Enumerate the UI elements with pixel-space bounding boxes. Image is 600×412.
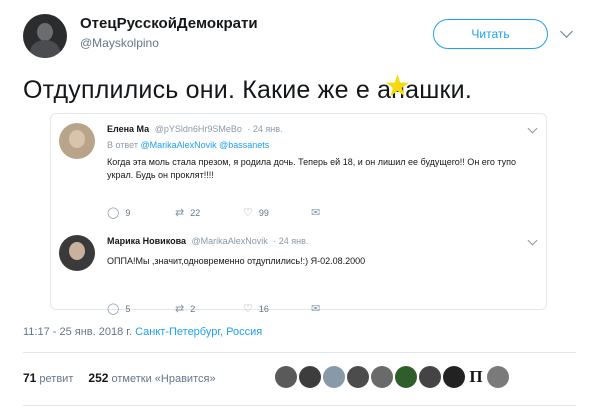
liker-avatar[interactable] xyxy=(323,366,345,388)
follow-button[interactable]: Читать xyxy=(433,19,548,49)
chevron-down-icon[interactable] xyxy=(560,25,573,38)
retweet-icon: ⇄ xyxy=(175,207,185,219)
reply-author-handle[interactable]: @pYSldn6Hr9SMeBo xyxy=(155,124,242,134)
like-action[interactable]: ♡ 16 xyxy=(243,302,311,315)
retweet-action[interactable]: ⇄ 22 xyxy=(175,206,243,219)
retweets-count: 71 xyxy=(23,371,37,385)
retweet-action[interactable]: ⇄ 2 xyxy=(175,302,243,315)
chevron-down-icon[interactable] xyxy=(527,235,538,246)
like-count: 16 xyxy=(258,303,269,314)
avatar-body xyxy=(30,40,60,58)
liker-avatar[interactable] xyxy=(419,366,441,388)
likers-avatars: П xyxy=(275,366,511,388)
author-name[interactable]: ОтецРусскойДемократи xyxy=(80,15,258,32)
retweets-label: ретвит xyxy=(39,373,74,385)
reply-to-line: В ответ @MarikaAlexNovik @bassanets xyxy=(107,140,269,150)
author-handle[interactable]: @Mayskolpino xyxy=(80,36,258,50)
reply-actions: ◯ 9 ⇄ 22 ♡ 99 ✉ xyxy=(107,206,379,219)
tweet-card: ОтецРусскойДемократи @Mayskolpino Читать… xyxy=(0,0,600,412)
reply-action[interactable]: ◯ 9 xyxy=(107,206,175,219)
reply-time[interactable]: · 24 янв. xyxy=(247,124,282,134)
reply-author-handle[interactable]: @MarikaAlexNovik xyxy=(192,236,268,246)
reply-text: ОППА!Мы ,значит,одновременно отдуплились… xyxy=(107,256,366,266)
avatar-head xyxy=(37,23,53,41)
envelope-icon: ✉ xyxy=(311,303,321,315)
liker-avatar[interactable] xyxy=(487,366,509,388)
retweet-icon: ⇄ xyxy=(175,303,185,315)
reply-actions: ◯ 5 ⇄ 2 ♡ 16 ✉ xyxy=(107,302,379,315)
author-block: ОтецРусскойДемократи @Mayskolpino xyxy=(80,15,258,50)
tweet-timestamp: 11:17 - 25 янв. 2018 г. Санкт-Петербург,… xyxy=(23,326,262,338)
retweet-count: 2 xyxy=(190,303,196,314)
liker-avatar[interactable] xyxy=(347,366,369,388)
divider xyxy=(23,405,576,406)
author-avatar[interactable] xyxy=(23,14,67,58)
comment-icon: ◯ xyxy=(107,207,120,219)
liker-avatar[interactable] xyxy=(275,366,297,388)
heart-icon: ♡ xyxy=(243,207,253,219)
retweet-count: 22 xyxy=(190,207,201,218)
comment-icon: ◯ xyxy=(107,303,120,315)
reply-avatar[interactable] xyxy=(59,123,95,159)
reply-author-name[interactable]: Марика Новикова xyxy=(107,236,186,246)
divider xyxy=(23,352,576,353)
message-action[interactable]: ✉ xyxy=(311,302,379,315)
like-action[interactable]: ♡ 99 xyxy=(243,206,311,219)
likes-label: отметки «Нравится» xyxy=(111,373,216,385)
liker-avatar-letter[interactable]: П xyxy=(467,366,485,388)
reply-action[interactable]: ◯ 5 xyxy=(107,302,175,315)
tweet-location[interactable]: Санкт-Петербург, Россия xyxy=(135,326,262,338)
likes-count: 252 xyxy=(88,371,109,385)
message-action[interactable]: ✉ xyxy=(311,206,379,219)
reply-header: Марика Новикова @MarikaAlexNovik · 24 ян… xyxy=(107,236,308,246)
avatar-face xyxy=(69,242,85,260)
like-count: 99 xyxy=(258,207,269,218)
reply-to-prefix: В ответ xyxy=(107,140,138,150)
chevron-down-icon[interactable] xyxy=(527,123,538,134)
liker-avatar[interactable] xyxy=(371,366,393,388)
reply-count: 5 xyxy=(125,303,131,314)
star-emoji-icon: ★ xyxy=(384,70,411,103)
avatar-face xyxy=(69,130,85,148)
reply-header: Елена Ма @pYSldn6Hr9SMeBo · 24 янв. xyxy=(107,124,283,134)
reply-count: 9 xyxy=(125,207,131,218)
reply-avatar[interactable] xyxy=(59,235,95,271)
tweet-stats: 71 ретвит 252 отметки «Нравится» xyxy=(23,371,216,385)
replies-thread: Елена Ма @pYSldn6Hr9SMeBo · 24 янв. В от… xyxy=(50,113,547,315)
reply-text: Когда эта моль стала презом, я родила до… xyxy=(107,157,516,180)
reply-author-name[interactable]: Елена Ма xyxy=(107,124,149,134)
likes-stat[interactable]: 252 отметки «Нравится» xyxy=(88,371,216,385)
heart-icon: ♡ xyxy=(243,303,253,315)
liker-avatar[interactable] xyxy=(299,366,321,388)
retweets-stat[interactable]: 71 ретвит xyxy=(23,371,74,385)
liker-avatar[interactable] xyxy=(395,366,417,388)
envelope-icon: ✉ xyxy=(311,207,321,219)
tweet-time[interactable]: 11:17 - 25 янв. 2018 г. xyxy=(23,326,132,338)
liker-avatar[interactable] xyxy=(443,366,465,388)
reply-time[interactable]: · 24 янв. xyxy=(273,236,308,246)
reply-to-links[interactable]: @MarikaAlexNovik @bassanets xyxy=(140,140,269,150)
